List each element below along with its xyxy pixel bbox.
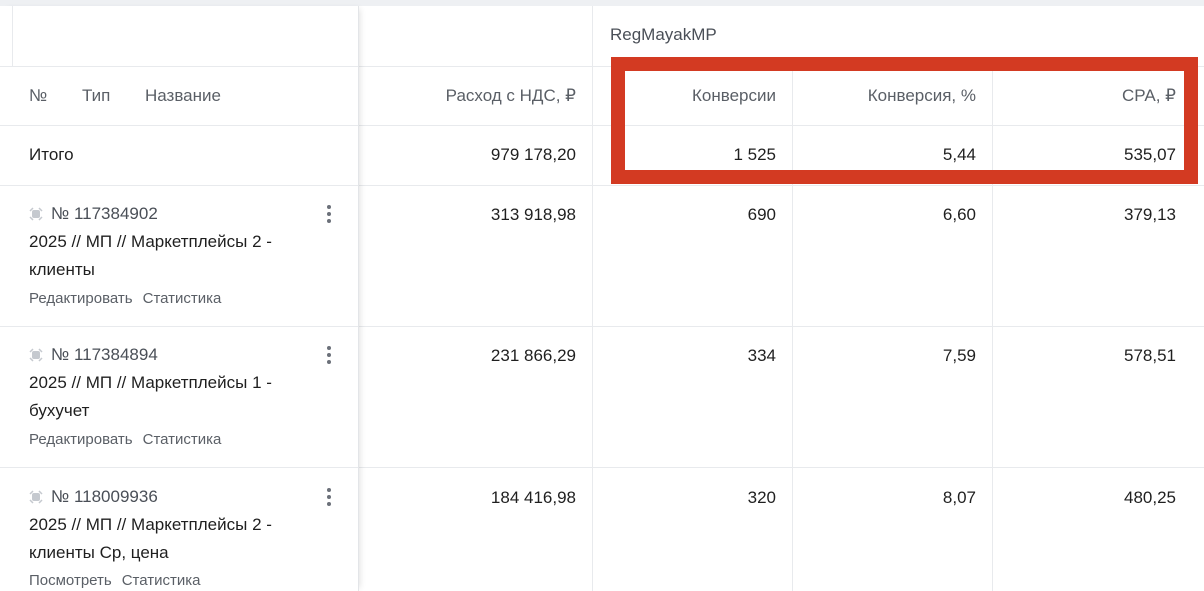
campaign-id[interactable]: № 118009936 <box>29 487 158 507</box>
row-conversions: 690 <box>747 205 776 224</box>
campaign-id[interactable]: № 117384894 <box>29 345 158 365</box>
kebab-menu-icon[interactable] <box>324 205 334 227</box>
header-name[interactable]: Название <box>145 86 221 106</box>
campaign-id-text: № 117384894 <box>51 345 158 364</box>
campaign-actions: Редактировать Статистика <box>29 290 221 307</box>
row-conversion-rate: 7,59 <box>942 346 976 365</box>
campaign-name[interactable]: 2025 // МП // Маркетплейсы 2 - клиенты С… <box>29 511 329 567</box>
campaign-name[interactable]: 2025 // МП // Маркетплейсы 2 - клиенты <box>29 228 329 284</box>
group-header-divider <box>358 66 1204 67</box>
statistics-link[interactable]: Статистика <box>143 290 222 307</box>
totals-conversion-rate: 5,44 <box>942 145 976 164</box>
row-cpa: 578,51 <box>1124 346 1176 365</box>
row-conversions: 320 <box>747 488 776 507</box>
totals-conversions: 1 525 <box>733 145 776 164</box>
header-conversions[interactable]: Конверсии <box>600 86 776 106</box>
statistics-link[interactable]: Статистика <box>122 572 201 589</box>
row-cpa: 379,13 <box>1124 205 1176 224</box>
row2-divider <box>0 467 1204 468</box>
col-divider-rate <box>992 66 993 591</box>
header-type[interactable]: Тип <box>82 86 110 106</box>
campaign-id-text: № 118009936 <box>51 487 158 506</box>
row-cpa: 480,25 <box>1124 488 1176 507</box>
view-link[interactable]: Посмотреть <box>29 572 112 589</box>
header-divider <box>0 125 1204 126</box>
header-spend[interactable]: Расход с НДС, ₽ <box>380 86 576 106</box>
header-cpa[interactable]: CPA, ₽ <box>1000 86 1176 106</box>
campaign-status-icon <box>29 207 43 221</box>
row-conversion-rate: 8,07 <box>942 488 976 507</box>
campaign-id[interactable]: № 117384902 <box>29 204 158 224</box>
top-strip <box>0 0 1204 6</box>
header-number[interactable]: № <box>29 86 47 106</box>
totals-label: Итого <box>29 145 74 164</box>
left-header-divider <box>0 66 358 67</box>
row-spend: 231 866,29 <box>490 346 576 365</box>
left-edge-line <box>12 6 13 66</box>
campaign-id-text: № 117384902 <box>51 204 158 223</box>
edit-link[interactable]: Редактировать <box>29 290 133 307</box>
kebab-menu-icon[interactable] <box>324 488 334 510</box>
statistics-link[interactable]: Статистика <box>143 431 222 448</box>
campaign-status-icon <box>29 348 43 362</box>
campaign-actions: Редактировать Статистика <box>29 431 221 448</box>
col-divider-spend <box>592 6 593 591</box>
edit-link[interactable]: Редактировать <box>29 431 133 448</box>
campaign-status-icon <box>29 490 43 504</box>
col-divider-conversions <box>792 66 793 591</box>
stats-table: RegMayakMP № Тип Название Расход с НДС, … <box>0 0 1204 591</box>
totals-spend: 979 178,20 <box>490 145 576 164</box>
row1-divider <box>0 326 1204 327</box>
row-spend: 313 918,98 <box>490 205 576 224</box>
totals-divider <box>0 185 1204 186</box>
row-spend: 184 416,98 <box>490 488 576 507</box>
goal-group-label: RegMayakMP <box>610 25 717 44</box>
header-conversion-rate[interactable]: Конверсия, % <box>800 86 976 106</box>
totals-cpa: 535,07 <box>1124 145 1176 164</box>
campaign-actions: Посмотреть Статистика <box>29 572 200 589</box>
row-conversions: 334 <box>747 346 776 365</box>
row-conversion-rate: 6,60 <box>942 205 976 224</box>
kebab-menu-icon[interactable] <box>324 346 334 368</box>
campaign-name[interactable]: 2025 // МП // Маркетплейсы 1 - бухучет <box>29 369 329 425</box>
